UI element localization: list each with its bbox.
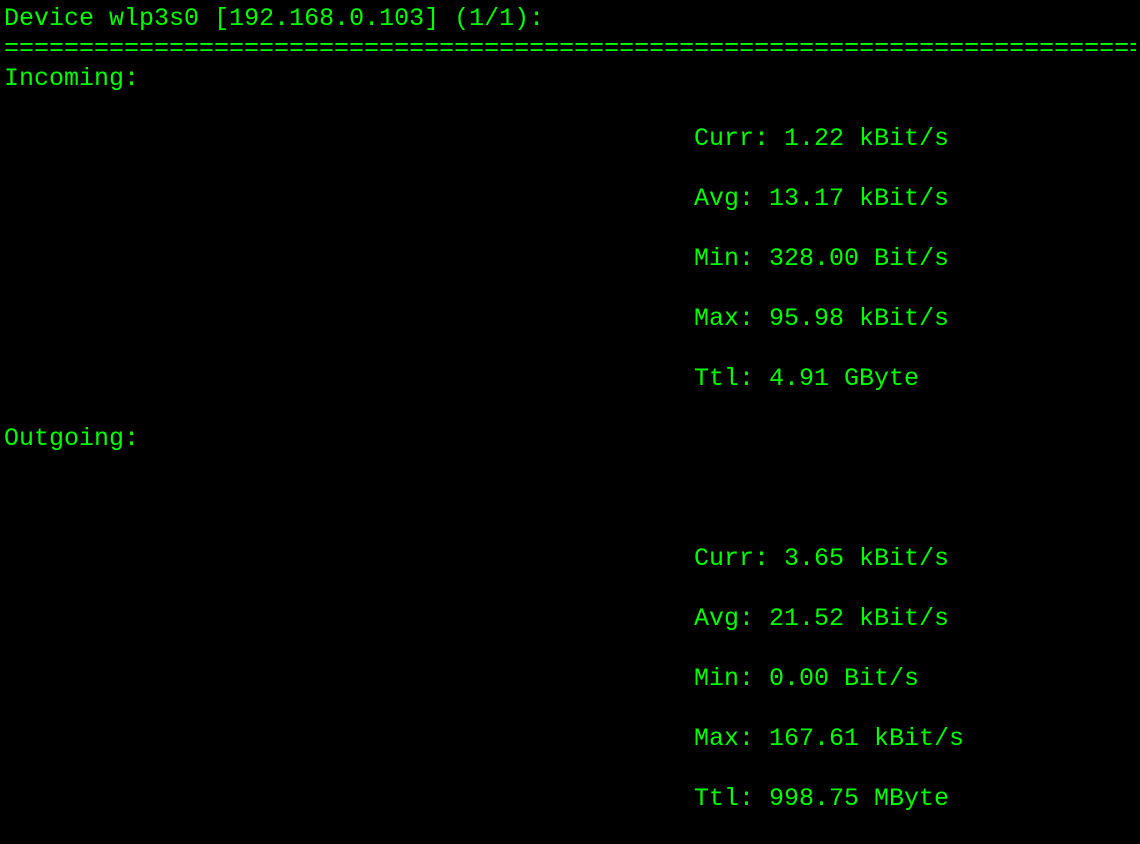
- incoming-max: Max: 95.98 kBit/s: [4, 304, 1136, 334]
- outgoing-label: Outgoing:: [4, 424, 1136, 454]
- incoming-ttl: Ttl: 4.91 GByte: [4, 364, 1136, 394]
- incoming-stats: Curr: 1.22 kBit/s Avg: 13.17 kBit/s Min:…: [4, 94, 1136, 424]
- outgoing-graph-area: [4, 454, 1136, 514]
- incoming-avg: Avg: 13.17 kBit/s: [4, 184, 1136, 214]
- outgoing-max: Max: 167.61 kBit/s: [4, 724, 1136, 754]
- outgoing-ttl: Ttl: 998.75 MByte: [4, 784, 1136, 814]
- incoming-label: Incoming:: [4, 64, 1136, 94]
- divider-line: ========================================…: [4, 34, 1136, 64]
- incoming-min: Min: 328.00 Bit/s: [4, 244, 1136, 274]
- ip-address: [192.168.0.103]: [214, 4, 439, 33]
- outgoing-curr: Curr: 3.65 kBit/s: [4, 544, 1136, 574]
- device-label: Device: [4, 4, 94, 33]
- outgoing-avg: Avg: 21.52 kBit/s: [4, 604, 1136, 634]
- incoming-curr: Curr: 1.22 kBit/s: [4, 124, 1136, 154]
- device-header: Device wlp3s0 [192.168.0.103] (1/1):: [4, 4, 1136, 34]
- outgoing-min: Min: 0.00 Bit/s: [4, 664, 1136, 694]
- outgoing-stats: Curr: 3.65 kBit/s Avg: 21.52 kBit/s Min:…: [4, 514, 1136, 844]
- pager: (1/1):: [454, 4, 544, 33]
- interface-name: wlp3s0: [109, 4, 199, 33]
